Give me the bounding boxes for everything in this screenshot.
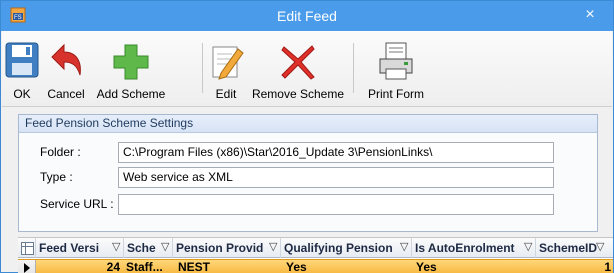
toolbar-separator <box>202 43 203 93</box>
filter-icon[interactable]: ▽ <box>596 241 606 253</box>
folder-label: Folder : <box>40 145 81 159</box>
type-field[interactable]: Web service as XML <box>118 167 554 188</box>
column-header-label: SchemeID <box>539 241 598 255</box>
print-form-button[interactable]: Print Form <box>360 31 432 107</box>
column-header-label: Qualifying Pension <box>284 241 393 255</box>
filter-icon[interactable]: ▽ <box>400 241 410 253</box>
plus-icon <box>113 44 149 80</box>
toolbar: OK Cancel Add Scheme Edit Remove Scheme … <box>2 31 612 107</box>
column-header-feed-version[interactable]: Feed Versi ▽ <box>36 238 124 258</box>
add-scheme-button[interactable]: Add Scheme <box>93 31 169 107</box>
column-header-label: Pension Provid <box>176 241 264 255</box>
column-header-label: Sche <box>127 241 156 255</box>
column-header-pension-provider[interactable]: Pension Provid ▽ <box>173 238 281 258</box>
print-form-icon <box>379 42 413 80</box>
folder-field[interactable]: C:\Program Files (x86)\Star\2016_Update … <box>118 142 554 163</box>
close-button[interactable]: × <box>567 1 613 31</box>
save-icon <box>5 42 39 78</box>
remove-scheme-button[interactable]: Remove Scheme <box>250 31 346 107</box>
row-selector[interactable] <box>18 260 36 273</box>
grid-options-icon <box>21 242 34 255</box>
grid-options-button[interactable] <box>18 238 36 258</box>
edit-label: Edit <box>215 87 237 101</box>
filter-icon[interactable]: ▽ <box>269 241 279 253</box>
filter-icon[interactable]: ▽ <box>524 241 534 253</box>
cell-is-autoenrolment: Yes <box>416 260 437 273</box>
cell-qualifying-pension: Yes <box>286 260 307 273</box>
group-title: Feed Pension Scheme Settings <box>19 115 597 133</box>
cell-pension-provider: NEST <box>178 260 211 273</box>
remove-scheme-label: Remove Scheme <box>251 87 345 101</box>
edit-button[interactable]: Edit <box>207 31 245 107</box>
cell-scheme: Staff... <box>126 260 163 273</box>
cell-scheme-id: 1 <box>604 260 611 273</box>
undo-arrow-icon <box>51 43 81 76</box>
row-pointer-icon <box>24 263 30 273</box>
cancel-button[interactable]: Cancel <box>40 31 92 107</box>
title-bar[interactable]: FS Edit Feed × <box>1 1 613 31</box>
close-icon: × <box>585 6 595 23</box>
red-x-icon <box>281 45 315 80</box>
toolbar-separator <box>353 43 354 93</box>
column-header-scheme-id[interactable]: SchemeID ▽ <box>536 238 613 258</box>
add-scheme-label: Add Scheme <box>96 87 166 101</box>
print-form-label: Print Form <box>367 87 424 101</box>
table-row[interactable]: 24 Staff... NEST Yes Yes 1 <box>18 259 613 273</box>
cell-feed-version: 24 <box>106 260 120 273</box>
grid-header: Feed Versi ▽ Sche ▽ Pension Provid ▽ Qua… <box>18 238 613 258</box>
column-header-is-autoenrolment[interactable]: Is AutoEnrolment ▽ <box>412 238 536 258</box>
filter-icon[interactable]: ▽ <box>112 241 122 253</box>
feed-pension-scheme-settings-group: Feed Pension Scheme Settings Folder : C:… <box>18 114 598 232</box>
ok-button[interactable]: OK <box>4 31 40 107</box>
service-url-label: Service URL : <box>40 197 114 211</box>
column-header-label: Feed Versi <box>39 241 100 255</box>
ok-label: OK <box>13 87 31 101</box>
type-label: Type : <box>40 170 73 184</box>
filter-icon[interactable]: ▽ <box>161 241 171 253</box>
cancel-label: Cancel <box>47 87 85 101</box>
window-title: Edit Feed <box>277 8 337 24</box>
column-header-qualifying-pension[interactable]: Qualifying Pension ▽ <box>281 238 412 258</box>
schemes-grid: Feed Versi ▽ Sche ▽ Pension Provid ▽ Qua… <box>18 237 613 273</box>
edit-feed-window: FS Edit Feed × OK Cancel Add Scheme Edit… <box>0 0 614 273</box>
service-url-field[interactable] <box>118 194 554 215</box>
column-header-scheme[interactable]: Sche ▽ <box>124 238 173 258</box>
column-header-label: Is AutoEnrolment <box>415 241 515 255</box>
pencil-icon <box>212 46 244 80</box>
